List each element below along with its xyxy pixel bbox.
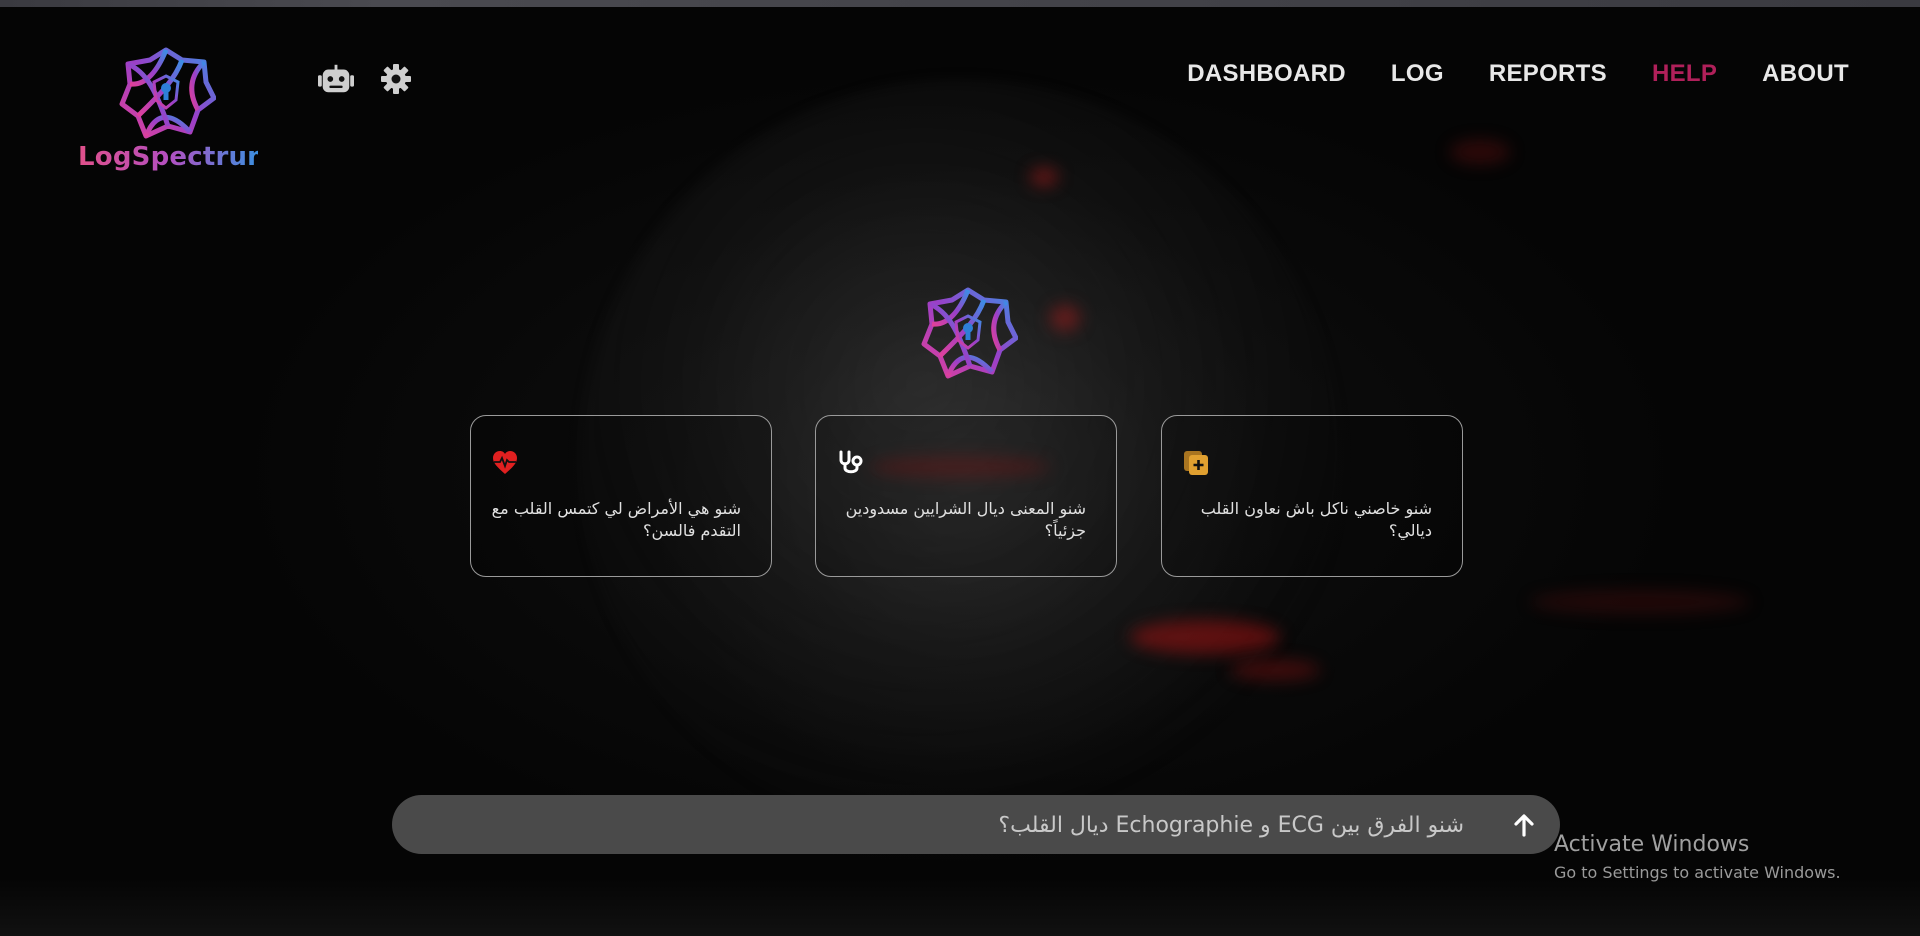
robot-icon[interactable] [318, 62, 354, 96]
center-logo-icon [921, 287, 1018, 379]
send-button[interactable] [1508, 809, 1540, 841]
suggestion-text-1: شنو هي الأمراض لي كتمس القلب مع التقدم ف… [491, 499, 741, 540]
watermark-title: Activate Windows [1554, 832, 1750, 857]
shield-flower-logo-icon [119, 47, 216, 139]
suggestion-card-2[interactable]: شنو المعنى ديال الشرايين مسدودين جزئياً؟ [815, 415, 1117, 577]
nav-log[interactable]: LOG [1391, 60, 1444, 88]
suggestion-text-2: شنو المعنى ديال الشرايين مسدودين جزئياً؟ [845, 499, 1086, 540]
main-nav: DASHBOARD LOG REPORTS HELP ABOUT [1142, 60, 1849, 88]
arrow-up-icon [1514, 814, 1534, 837]
windows-activation-watermark: Activate Windows Go to Settings to activ… [1554, 832, 1841, 882]
nav-reports[interactable]: REPORTS [1489, 60, 1607, 88]
nav-help[interactable]: HELP [1652, 60, 1717, 88]
brand-logo[interactable]: LogSpectrum [78, 46, 275, 176]
watermark-subtitle: Go to Settings to activate Windows. [1554, 863, 1841, 882]
suggestion-card-1[interactable]: شنو هي الأمراض لي كتمس القلب مع التقدم ف… [470, 415, 772, 577]
brand-name: LogSpectrum [78, 142, 275, 172]
nav-about[interactable]: ABOUT [1762, 60, 1849, 88]
stethoscope-icon [839, 450, 863, 474]
window-top-bar [0, 0, 1920, 7]
suggestion-text-3: شنو خاصني ناكل باش نعاون القلب ديالي؟ [1200, 499, 1432, 540]
suggestion-card-3[interactable]: شنو خاصني ناكل باش نعاون القلب ديالي؟ [1161, 415, 1463, 577]
notes-plus-icon [1184, 451, 1208, 475]
nav-dashboard[interactable]: DASHBOARD [1187, 60, 1346, 88]
chat-input[interactable] [422, 795, 1466, 856]
chat-prompt-bar [392, 795, 1560, 856]
gear-icon[interactable] [378, 62, 414, 96]
heart-pulse-icon [493, 451, 517, 474]
page: LogSpectrum DASHBOARD LOG REPORTS HELP A… [0, 0, 1920, 936]
